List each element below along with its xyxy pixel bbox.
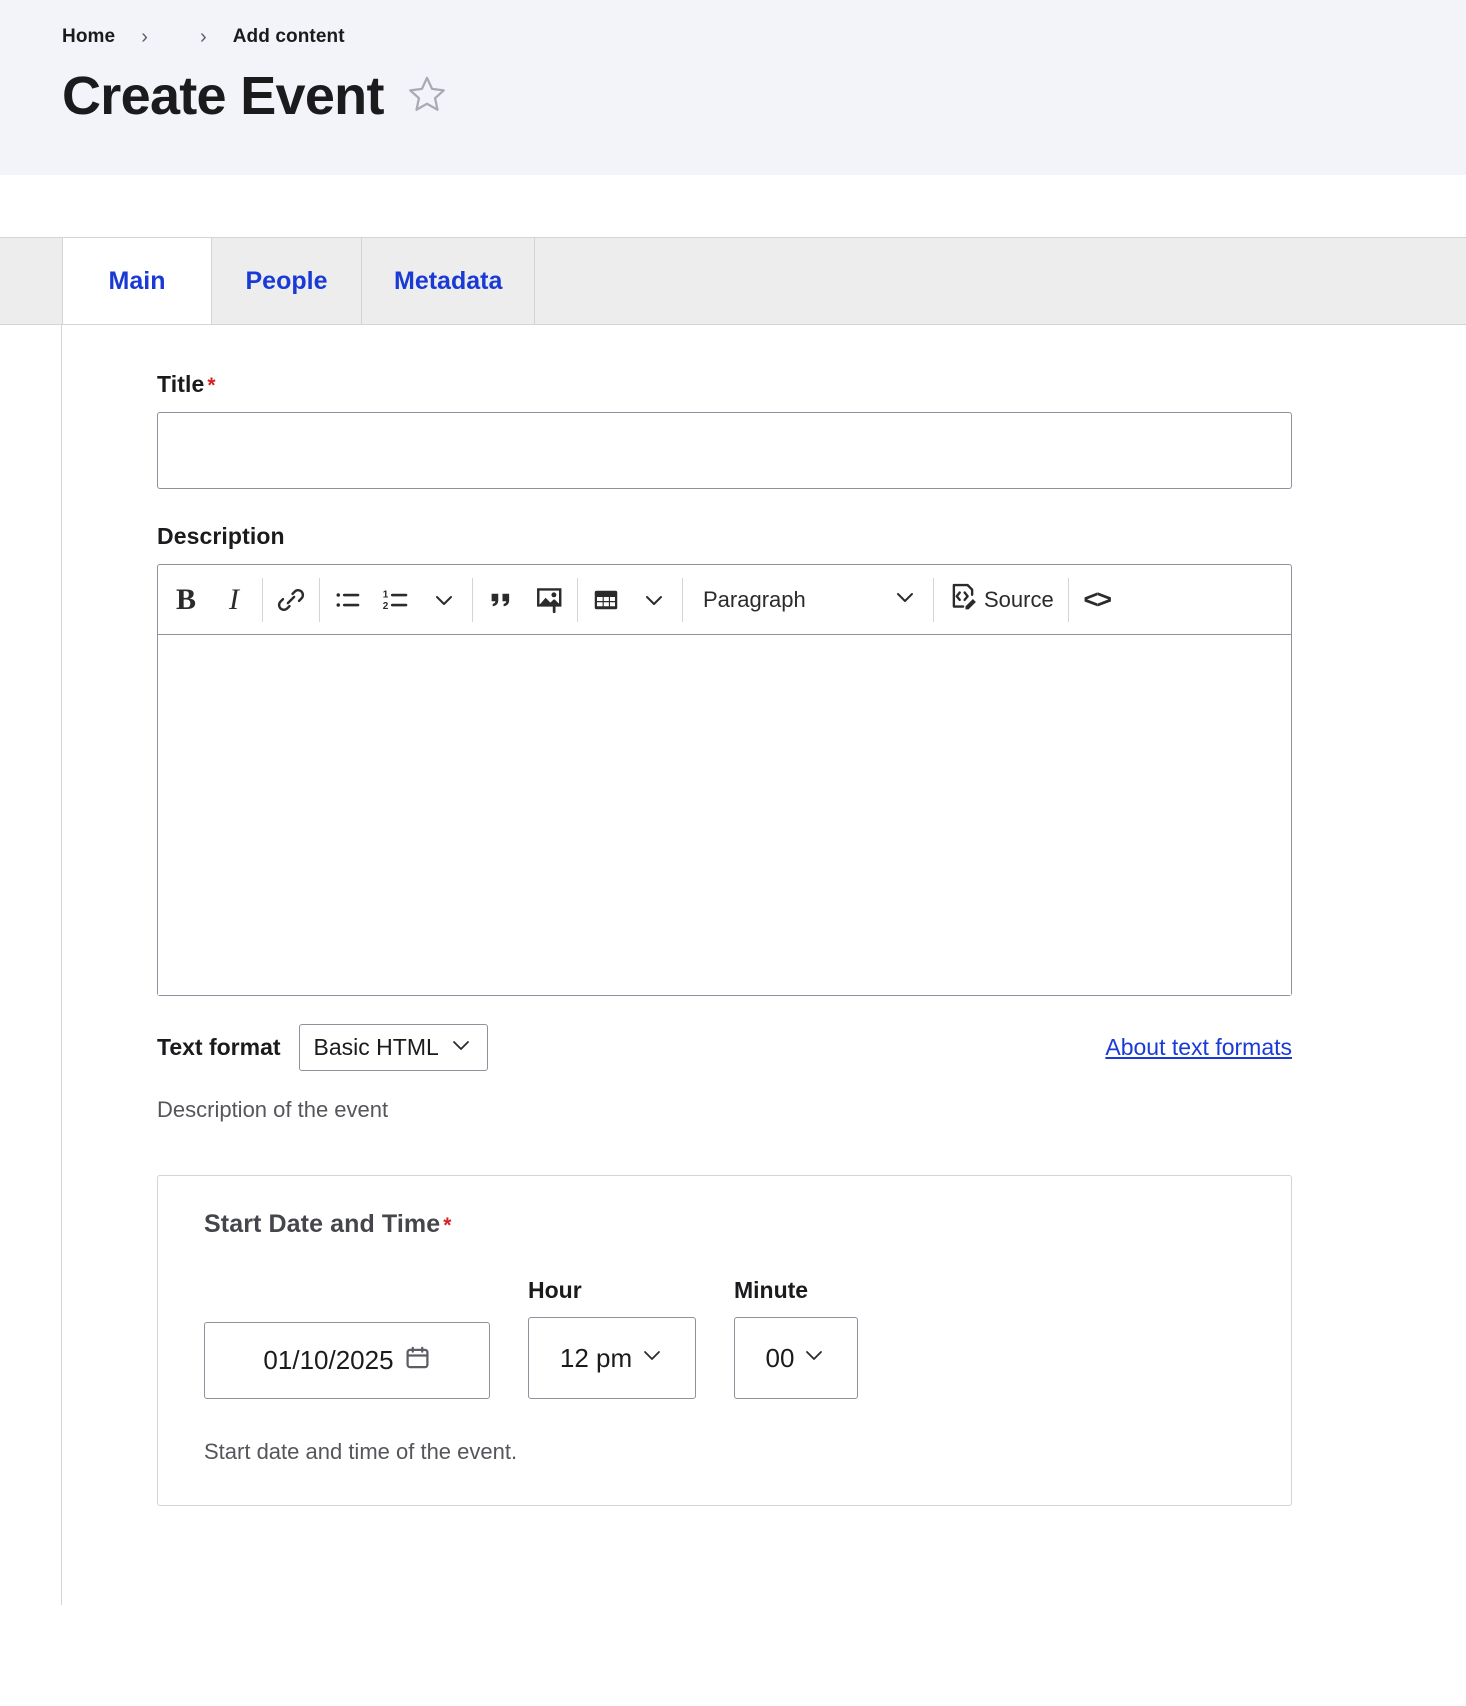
start-date-help-text: Start date and time of the event.: [204, 1439, 1245, 1465]
title-label-text: Title: [157, 371, 204, 397]
breadcrumb-item-home[interactable]: Home: [62, 26, 115, 48]
tab-bar-filler: [535, 238, 1466, 324]
hour-label: Hour: [528, 1277, 696, 1305]
description-editor-area[interactable]: [158, 635, 1291, 995]
field-description: Description B I: [157, 523, 1465, 1123]
description-label: Description: [157, 523, 1465, 550]
text-format-value: Basic HTML: [314, 1034, 439, 1061]
text-format-label: Text format: [157, 1034, 281, 1061]
rich-text-editor: B I: [157, 564, 1292, 996]
toolbar-divider: [933, 578, 934, 622]
tab-people[interactable]: People: [212, 238, 362, 324]
form-body: Title* Description B I: [61, 325, 1465, 1605]
hour-select[interactable]: 12 pm: [528, 1317, 696, 1399]
svg-text:1: 1: [383, 589, 389, 600]
editor-toolbar: B I: [158, 565, 1291, 635]
chevron-down-icon: [802, 1343, 826, 1374]
chevron-down-icon: [449, 1033, 473, 1063]
chevron-down-icon[interactable]: [630, 576, 678, 624]
required-marker: *: [443, 1214, 451, 1237]
page-title: Create Event: [62, 68, 384, 125]
tab-metadata-label: Metadata: [394, 267, 502, 296]
start-date-legend: Start Date and Time*: [204, 1210, 1245, 1239]
calendar-icon[interactable]: [404, 1344, 431, 1378]
title-input[interactable]: [157, 412, 1292, 489]
toolbar-divider: [682, 578, 683, 622]
numbered-list-icon[interactable]: 1 2: [372, 576, 420, 624]
tab-main[interactable]: Main: [62, 238, 212, 324]
tab-people-label: People: [246, 267, 328, 296]
page-title-row: Create Event: [62, 68, 1466, 125]
paragraph-style-label: Paragraph: [703, 587, 806, 613]
source-label: Source: [984, 587, 1054, 613]
chevron-right-icon: ›: [141, 27, 148, 47]
toolbar-group-text: B I: [162, 577, 258, 623]
table-icon[interactable]: [582, 576, 630, 624]
source-editing-icon: [948, 582, 978, 618]
description-help-text: Description of the event: [157, 1097, 1465, 1123]
minute-label: Minute: [734, 1277, 858, 1305]
date-time-row: 01/10/2025 Hour 12 pm: [204, 1277, 1245, 1399]
tab-main-label: Main: [109, 267, 166, 296]
bold-icon[interactable]: B: [162, 576, 210, 624]
link-icon[interactable]: [267, 576, 315, 624]
toolbar-group-link: [267, 577, 315, 623]
toolbar-divider: [577, 578, 578, 622]
hour-column: Hour 12 pm: [528, 1277, 696, 1399]
toolbar-group-insert: [477, 577, 573, 623]
blockquote-icon[interactable]: [477, 576, 525, 624]
svg-text:2: 2: [383, 600, 389, 611]
text-format-select[interactable]: Basic HTML: [299, 1024, 488, 1071]
bulleted-list-icon[interactable]: [324, 576, 372, 624]
chevron-right-icon: ›: [200, 27, 207, 47]
start-date-input[interactable]: 01/10/2025: [204, 1322, 490, 1399]
start-date-legend-text: Start Date and Time: [204, 1210, 440, 1238]
field-title: Title*: [157, 371, 1465, 489]
toolbar-group-lists: 1 2: [324, 577, 468, 623]
minute-column: Minute 00: [734, 1277, 858, 1399]
about-text-formats-link[interactable]: About text formats: [1105, 1034, 1292, 1061]
minute-select[interactable]: 00: [734, 1317, 858, 1399]
toolbar-group-table: [582, 577, 678, 623]
page-header: Home › › Add content Create Event: [0, 0, 1466, 175]
chevron-down-icon: [893, 585, 917, 615]
toolbar-divider: [1068, 578, 1069, 622]
toolbar-divider: [319, 578, 320, 622]
title-label: Title*: [157, 371, 1465, 398]
italic-icon[interactable]: I: [210, 576, 258, 624]
start-date-fieldset: Start Date and Time* 01/10/2025: [157, 1175, 1292, 1506]
tab-metadata[interactable]: Metadata: [362, 238, 535, 324]
chevron-down-icon[interactable]: [420, 576, 468, 624]
chevron-down-icon: [640, 1343, 664, 1374]
source-editing-button[interactable]: Source: [938, 576, 1064, 624]
required-marker: *: [207, 374, 215, 397]
start-date-value: 01/10/2025: [263, 1345, 393, 1376]
text-format-row: Text format Basic HTML About text format…: [157, 1024, 1292, 1071]
breadcrumb: Home › › Add content: [62, 22, 1466, 52]
code-icon[interactable]: <>: [1073, 576, 1121, 624]
minute-value: 00: [766, 1343, 795, 1374]
star-outline-icon[interactable]: [406, 73, 448, 120]
toolbar-divider: [262, 578, 263, 622]
content-form: Main People Metadata Title* Description …: [0, 237, 1466, 1605]
toolbar-divider: [472, 578, 473, 622]
form-tabs: Main People Metadata: [0, 237, 1466, 325]
paragraph-style-dropdown[interactable]: Paragraph: [687, 576, 929, 624]
hour-value: 12 pm: [560, 1343, 632, 1374]
date-column: 01/10/2025: [204, 1322, 490, 1399]
breadcrumb-item-add-content[interactable]: Add content: [233, 26, 345, 48]
image-upload-icon[interactable]: [525, 576, 573, 624]
